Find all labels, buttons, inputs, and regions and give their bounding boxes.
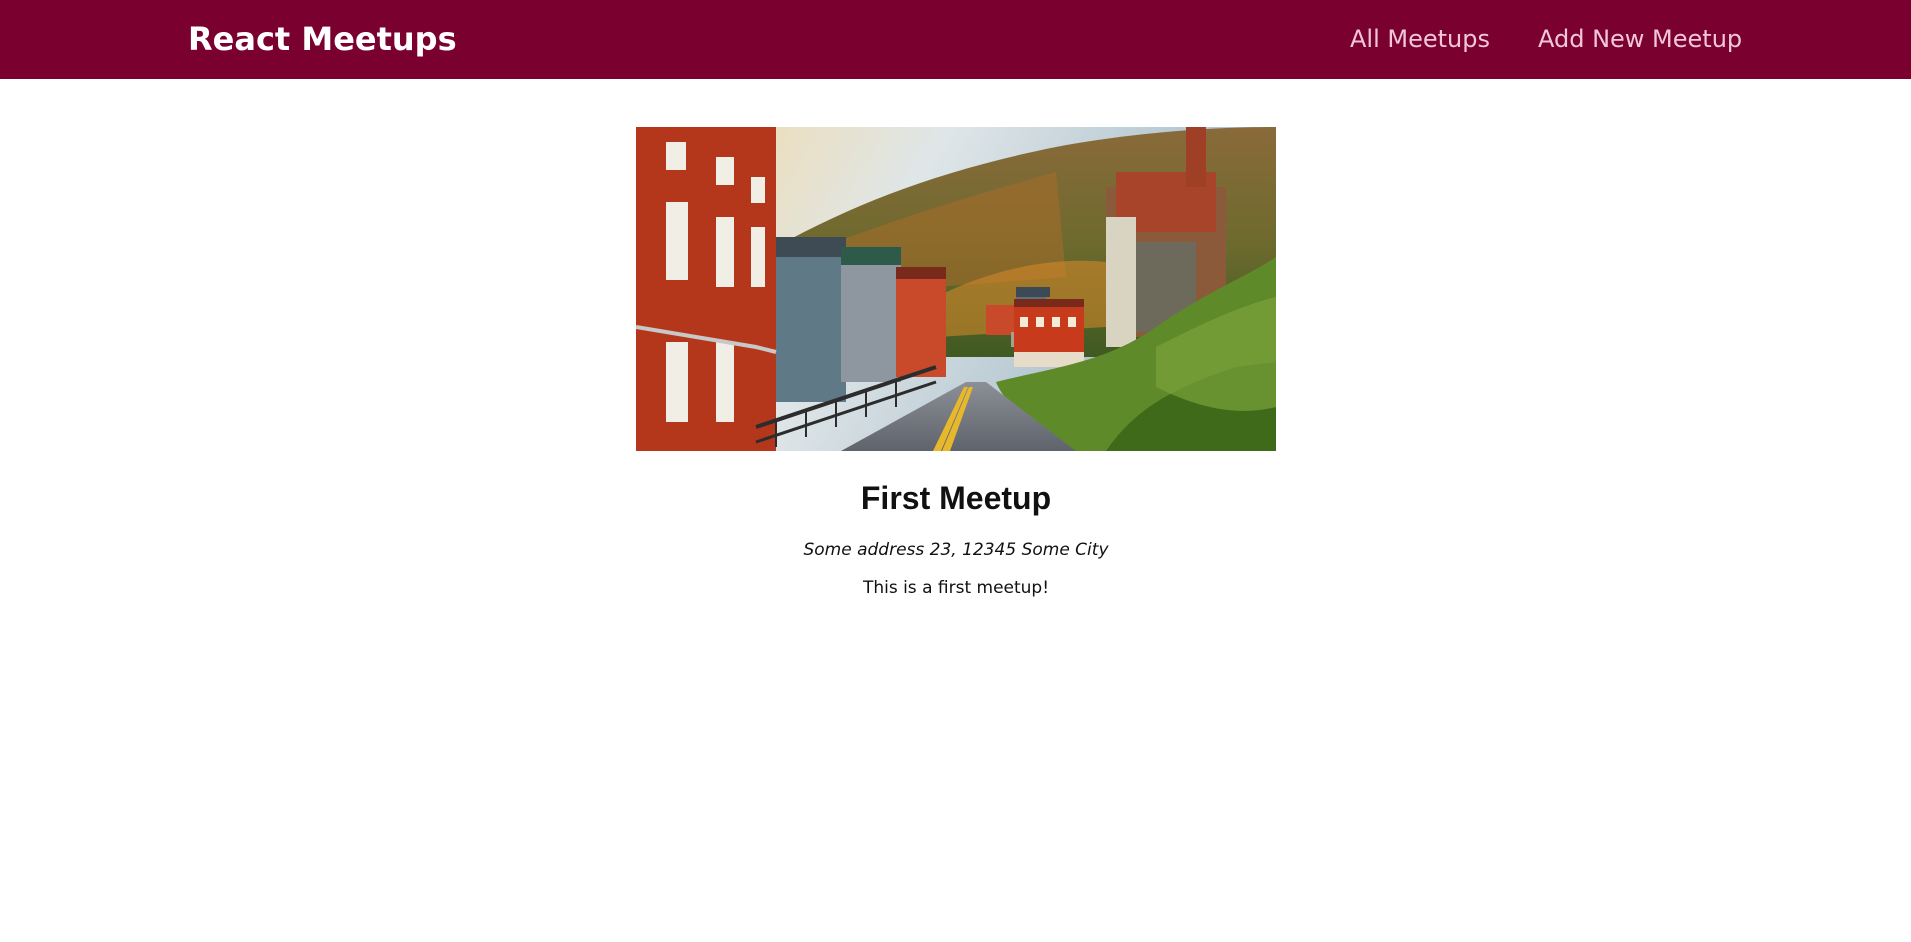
main-header: React Meetups All Meetups Add New Meetup [0, 0, 1911, 79]
main-navigation: All Meetups Add New Meetup [1350, 22, 1742, 56]
meetup-description: This is a first meetup! [862, 578, 1050, 598]
meetup-address: Some address 23, 12345 Some City [803, 540, 1109, 560]
nav-link-all-meetups[interactable]: All Meetups [1350, 22, 1490, 56]
meetup-title: First Meetup [860, 480, 1052, 516]
nav-link-add-new-meetup[interactable]: Add New Meetup [1538, 22, 1742, 56]
app-logo: React Meetups [188, 20, 457, 58]
meetup-image [636, 127, 1276, 451]
